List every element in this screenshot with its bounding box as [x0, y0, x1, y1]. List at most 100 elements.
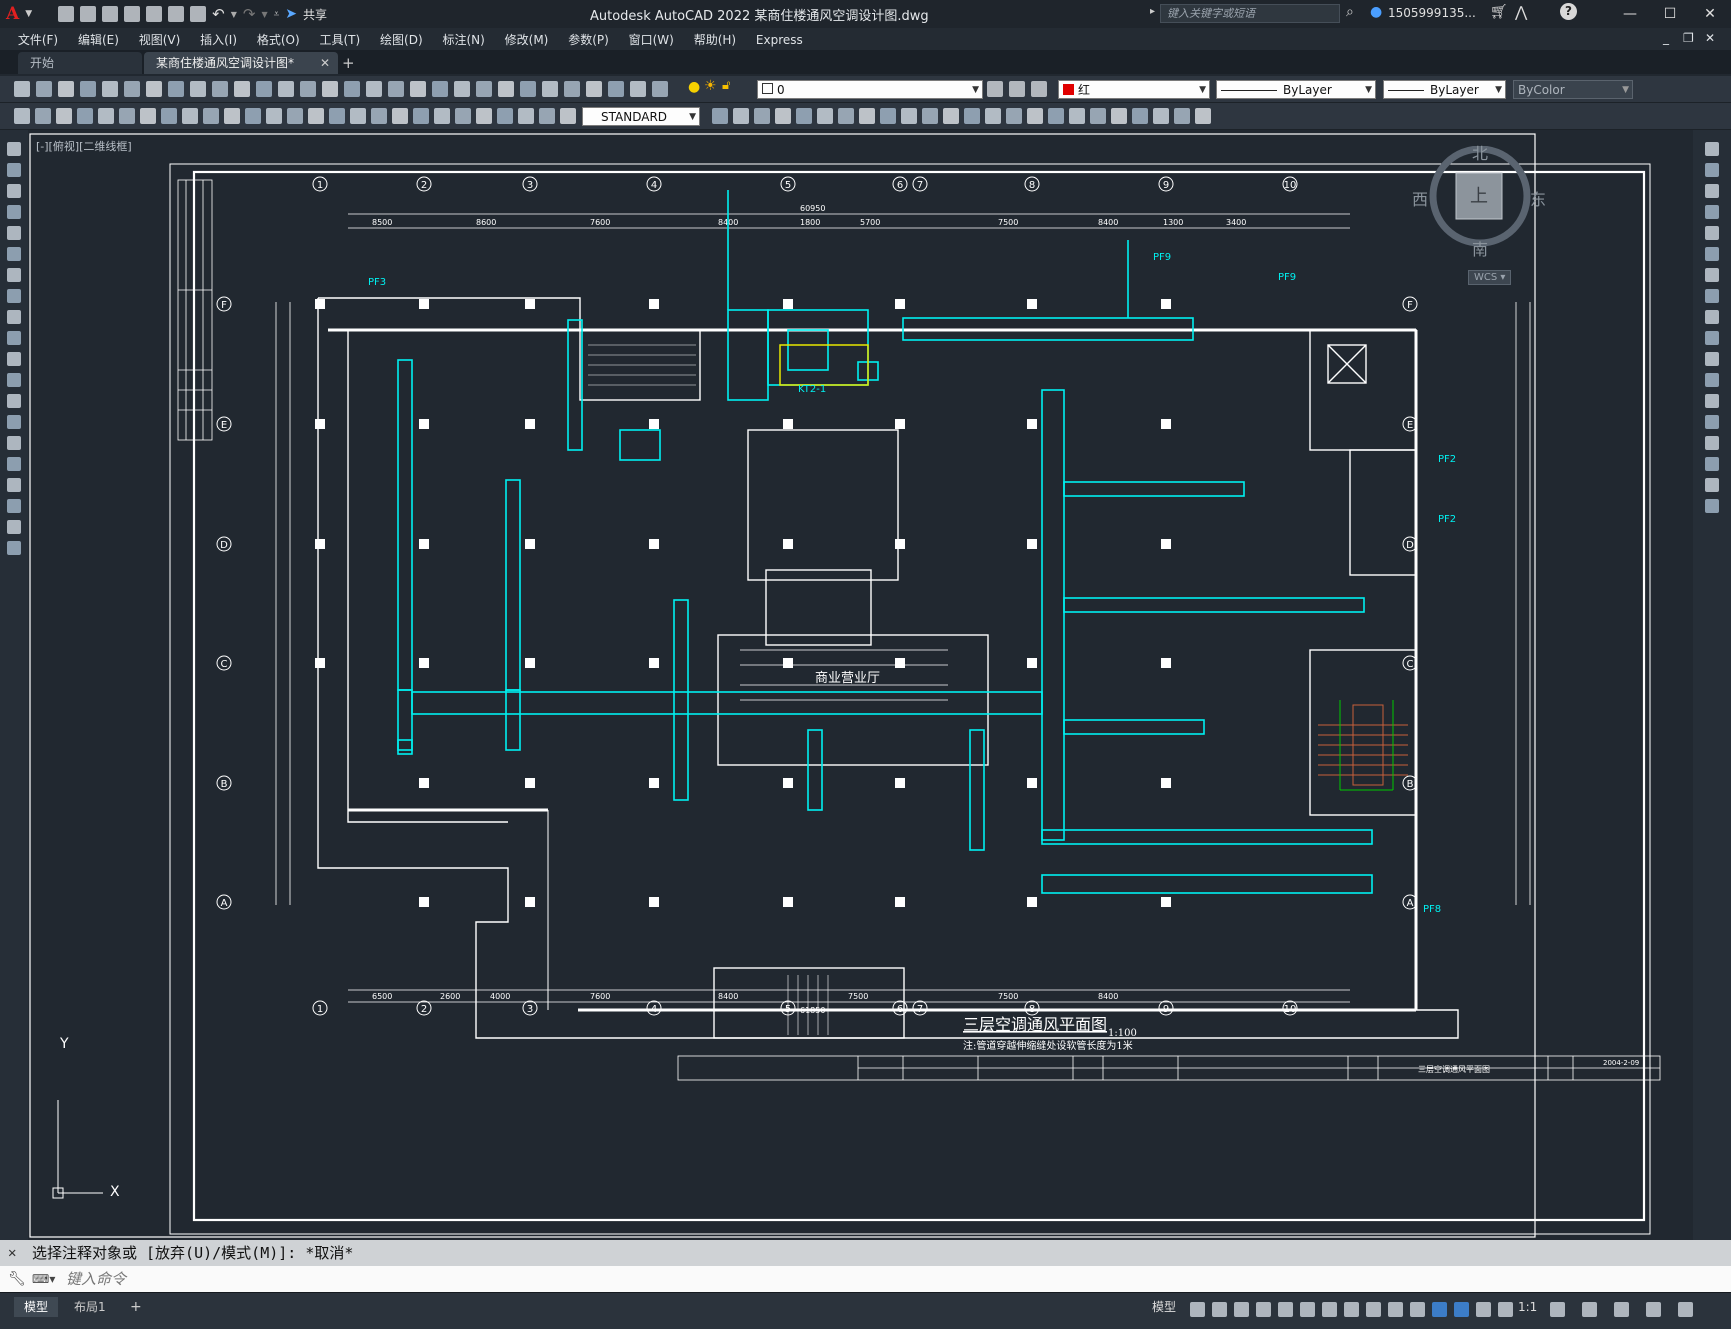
- dimension-tool-icon-19[interactable]: [392, 108, 408, 124]
- modify-tool-icon-10[interactable]: [1705, 331, 1719, 345]
- tab-drawing[interactable]: 某商住楼通风空调设计图* ✕: [144, 52, 338, 74]
- modify-tool-icon-18[interactable]: [1705, 499, 1719, 513]
- status-toggle-icon-1[interactable]: [1190, 1302, 1205, 1317]
- dimension-tool-icon-27[interactable]: [560, 108, 576, 124]
- status-toggle-icon-19[interactable]: [1646, 1302, 1661, 1317]
- layout1-tab[interactable]: 布局1: [64, 1297, 116, 1317]
- user-account[interactable]: 1505999135...: [1388, 6, 1476, 20]
- doc-close-icon[interactable]: ✕: [1697, 28, 1723, 48]
- draw-tool-icon-19[interactable]: [7, 520, 21, 534]
- dimension-tool-icon-20[interactable]: [413, 108, 429, 124]
- status-toggle-icon-14[interactable]: [1476, 1302, 1491, 1317]
- standard-tool-icon-14[interactable]: [300, 81, 316, 97]
- menu-format[interactable]: 格式(O): [249, 28, 308, 51]
- standard-tool-icon-6[interactable]: [124, 81, 140, 97]
- standard-tool-icon-29[interactable]: [630, 81, 646, 97]
- menu-insert[interactable]: 插入(I): [192, 28, 245, 51]
- menu-parametric[interactable]: 参数(P): [560, 28, 617, 51]
- user-icon[interactable]: ●: [1370, 4, 1382, 20]
- cart-icon[interactable]: 🛒︎: [1490, 4, 1508, 20]
- standard-tool-icon-13[interactable]: [278, 81, 294, 97]
- modify-tool-icon-1[interactable]: [1705, 142, 1719, 156]
- standard-tool-icon-30[interactable]: [652, 81, 668, 97]
- redo-dropdown-icon[interactable]: ▼: [261, 10, 267, 19]
- draw-tool-icon-8[interactable]: [7, 289, 21, 303]
- viewcube-top-face[interactable]: 上: [1470, 182, 1488, 208]
- help-search-input[interactable]: 键入关键字或短语: [1160, 4, 1340, 23]
- dimension-tool-icon-41[interactable]: [985, 108, 1001, 124]
- menu-view[interactable]: 视图(V): [131, 28, 189, 51]
- dimension-tool-icon-38[interactable]: [922, 108, 938, 124]
- draw-tool-icon-11[interactable]: [7, 352, 21, 366]
- dimension-tool-icon-5[interactable]: [98, 108, 114, 124]
- status-toggle-icon-11[interactable]: [1410, 1302, 1425, 1317]
- wrench-icon[interactable]: 🔧︎: [8, 1266, 26, 1292]
- modify-tool-icon-2[interactable]: [1705, 163, 1719, 177]
- modify-tool-icon-3[interactable]: [1705, 184, 1719, 198]
- add-layout-button[interactable]: +: [120, 1297, 152, 1317]
- dimension-tool-icon-35[interactable]: [859, 108, 875, 124]
- dimension-tool-icon-4[interactable]: [77, 108, 93, 124]
- close-command-icon[interactable]: ✕: [8, 1240, 16, 1266]
- open-web-icon[interactable]: [146, 6, 163, 22]
- status-toggle-icon-2[interactable]: [1212, 1302, 1227, 1317]
- dimension-tool-icon-12[interactable]: [245, 108, 261, 124]
- viewcube-west[interactable]: 西: [1412, 186, 1428, 210]
- menu-file[interactable]: 文件(F): [10, 28, 66, 51]
- menu-help[interactable]: 帮助(H): [686, 28, 744, 51]
- standard-tool-icon-16[interactable]: [344, 81, 360, 97]
- draw-tool-icon-14[interactable]: [7, 415, 21, 429]
- draw-tool-icon-16[interactable]: [7, 457, 21, 471]
- share-icon[interactable]: ➤: [285, 6, 297, 22]
- lineweight-dropdown[interactable]: ByLayer ▼: [1383, 80, 1506, 99]
- dimension-tool-icon-8[interactable]: [161, 108, 177, 124]
- draw-tool-icon-18[interactable]: [7, 499, 21, 513]
- wcs-menu[interactable]: WCS ▾: [1468, 270, 1512, 285]
- draw-tool-icon-15[interactable]: [7, 436, 21, 450]
- dimension-tool-icon-25[interactable]: [518, 108, 534, 124]
- viewcube-east[interactable]: 东: [1530, 186, 1546, 210]
- standard-tool-icon-3[interactable]: [58, 81, 74, 97]
- status-toggle-icon-10[interactable]: [1388, 1302, 1403, 1317]
- command-line[interactable]: 🔧︎ ⌨▾ 键入命令: [0, 1266, 1731, 1292]
- save-web-icon[interactable]: [168, 6, 185, 22]
- dimension-tool-icon-45[interactable]: [1069, 108, 1085, 124]
- layer-match-icon[interactable]: [987, 81, 1003, 97]
- dimension-tool-icon-9[interactable]: [182, 108, 198, 124]
- standard-tool-icon-9[interactable]: [190, 81, 206, 97]
- standard-tool-icon-17[interactable]: [366, 81, 382, 97]
- standard-tool-icon-23[interactable]: [498, 81, 514, 97]
- minimize-button[interactable]: —: [1615, 3, 1645, 25]
- dimension-tool-icon-28[interactable]: [712, 108, 728, 124]
- dimension-tool-icon-6[interactable]: [119, 108, 135, 124]
- search-expand-icon[interactable]: ▸: [1150, 6, 1155, 17]
- dimension-tool-icon-39[interactable]: [943, 108, 959, 124]
- standard-tool-icon-4[interactable]: [80, 81, 96, 97]
- open-file-icon[interactable]: [80, 6, 97, 22]
- dimension-tool-icon-13[interactable]: [266, 108, 282, 124]
- dimension-tool-icon-24[interactable]: [497, 108, 513, 124]
- modify-tool-icon-15[interactable]: [1705, 436, 1719, 450]
- dimension-tool-icon-11[interactable]: [224, 108, 240, 124]
- status-toggle-icon-13[interactable]: [1454, 1302, 1469, 1317]
- dimension-tool-icon-37[interactable]: [901, 108, 917, 124]
- draw-tool-icon-4[interactable]: [7, 205, 21, 219]
- draw-tool-icon-7[interactable]: [7, 268, 21, 282]
- menu-express[interactable]: Express: [748, 30, 811, 50]
- color-dropdown[interactable]: 红 ▼: [1058, 80, 1210, 99]
- menu-window[interactable]: 窗口(W): [621, 28, 682, 51]
- new-tab-button[interactable]: +: [330, 52, 367, 74]
- draw-tool-icon-1[interactable]: [7, 142, 21, 156]
- standard-tool-icon-11[interactable]: [234, 81, 250, 97]
- dimension-tool-icon-51[interactable]: [1195, 108, 1211, 124]
- standard-tool-icon-5[interactable]: [102, 81, 118, 97]
- status-toggle-icon-18[interactable]: [1614, 1302, 1629, 1317]
- dimension-tool-icon-36[interactable]: [880, 108, 896, 124]
- status-toggle-icon-12[interactable]: [1432, 1302, 1447, 1317]
- modify-tool-icon-16[interactable]: [1705, 457, 1719, 471]
- modify-tool-icon-12[interactable]: [1705, 373, 1719, 387]
- save-icon[interactable]: [102, 6, 119, 22]
- modify-tool-icon-13[interactable]: [1705, 394, 1719, 408]
- status-toggle-icon-20[interactable]: [1678, 1302, 1693, 1317]
- model-space-button[interactable]: 模型: [1142, 1297, 1186, 1317]
